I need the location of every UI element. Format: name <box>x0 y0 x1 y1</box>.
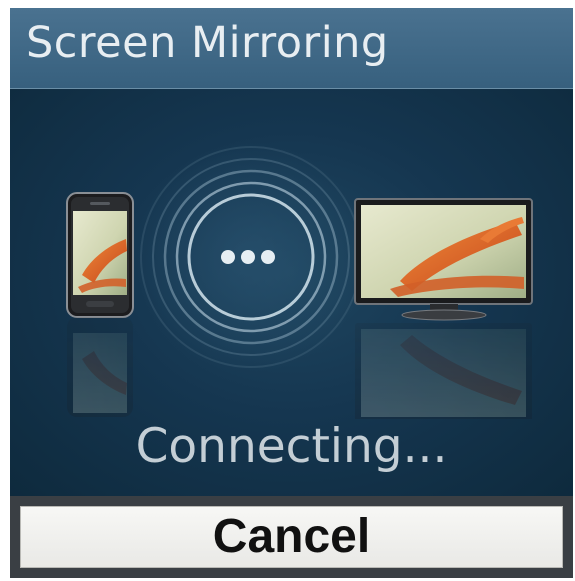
cancel-button-label: Cancel <box>212 510 371 563</box>
connection-status: Connecting... <box>135 419 448 474</box>
screen-mirroring-dialog: Screen Mirroring Connecting... Cancel <box>10 8 573 578</box>
button-bar: Cancel <box>10 496 573 578</box>
dialog-title: Screen Mirroring <box>26 18 389 68</box>
tv-icon <box>354 198 533 321</box>
cancel-button[interactable]: Cancel <box>20 506 563 568</box>
connection-illustration <box>66 142 533 419</box>
smartphone-icon <box>66 192 134 318</box>
smartphone-reflection <box>67 317 133 417</box>
title-bar: Screen Mirroring <box>10 8 573 89</box>
signal-dots-icon <box>221 250 275 264</box>
tv-reflection <box>355 323 532 419</box>
dialog-content: Connecting... <box>10 89 573 496</box>
